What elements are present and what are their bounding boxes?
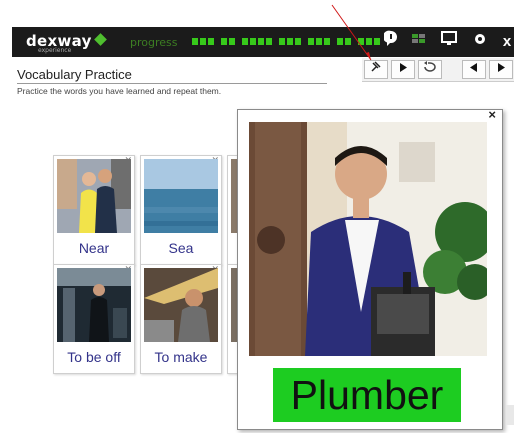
card-image [144,268,218,342]
progress-bar [192,38,380,45]
card-label: To be off [67,349,121,365]
close-icon[interactable]: x [496,30,514,54]
repeat-icon[interactable] [418,60,442,79]
word-popup: × Plumber [237,107,503,430]
card-image [144,159,218,233]
word-card-sea[interactable]: ✕ Sea [140,155,222,265]
gear-icon[interactable] [469,30,491,54]
card-image [57,159,131,233]
next-icon[interactable] [489,60,513,79]
previous-icon[interactable] [462,60,486,79]
popup-close-icon[interactable]: × [488,107,496,122]
play-icon[interactable] [391,60,415,79]
card-label: To make [154,349,208,365]
page-subtitle: Practice the words you have learned and … [17,86,222,96]
title-divider [17,83,327,84]
vocabulary-word: Plumber [273,368,461,422]
word-card-near[interactable]: ✕ Near [53,155,135,265]
plumber-photo [249,122,487,356]
logo-subtitle: experience [38,47,72,54]
info-icon[interactable] [380,30,402,54]
page-title: Vocabulary Practice [17,67,132,82]
word-card-to-be-off[interactable]: ✕ To be off [53,264,135,374]
progress-label: progress [130,36,178,49]
card-label: Sea [168,240,194,256]
card-image [57,268,131,342]
page-header: Vocabulary Practice [17,67,132,82]
screen-icon[interactable] [438,30,460,54]
scrollbar[interactable] [506,405,514,425]
top-bar: dexway experience progress x [12,27,514,57]
control-bar [362,58,514,82]
microphone-icon[interactable] [364,60,388,79]
word-card-to-make[interactable]: ✕ To make [140,264,222,374]
flag-icon[interactable] [408,30,430,54]
card-label: Near [78,240,110,256]
